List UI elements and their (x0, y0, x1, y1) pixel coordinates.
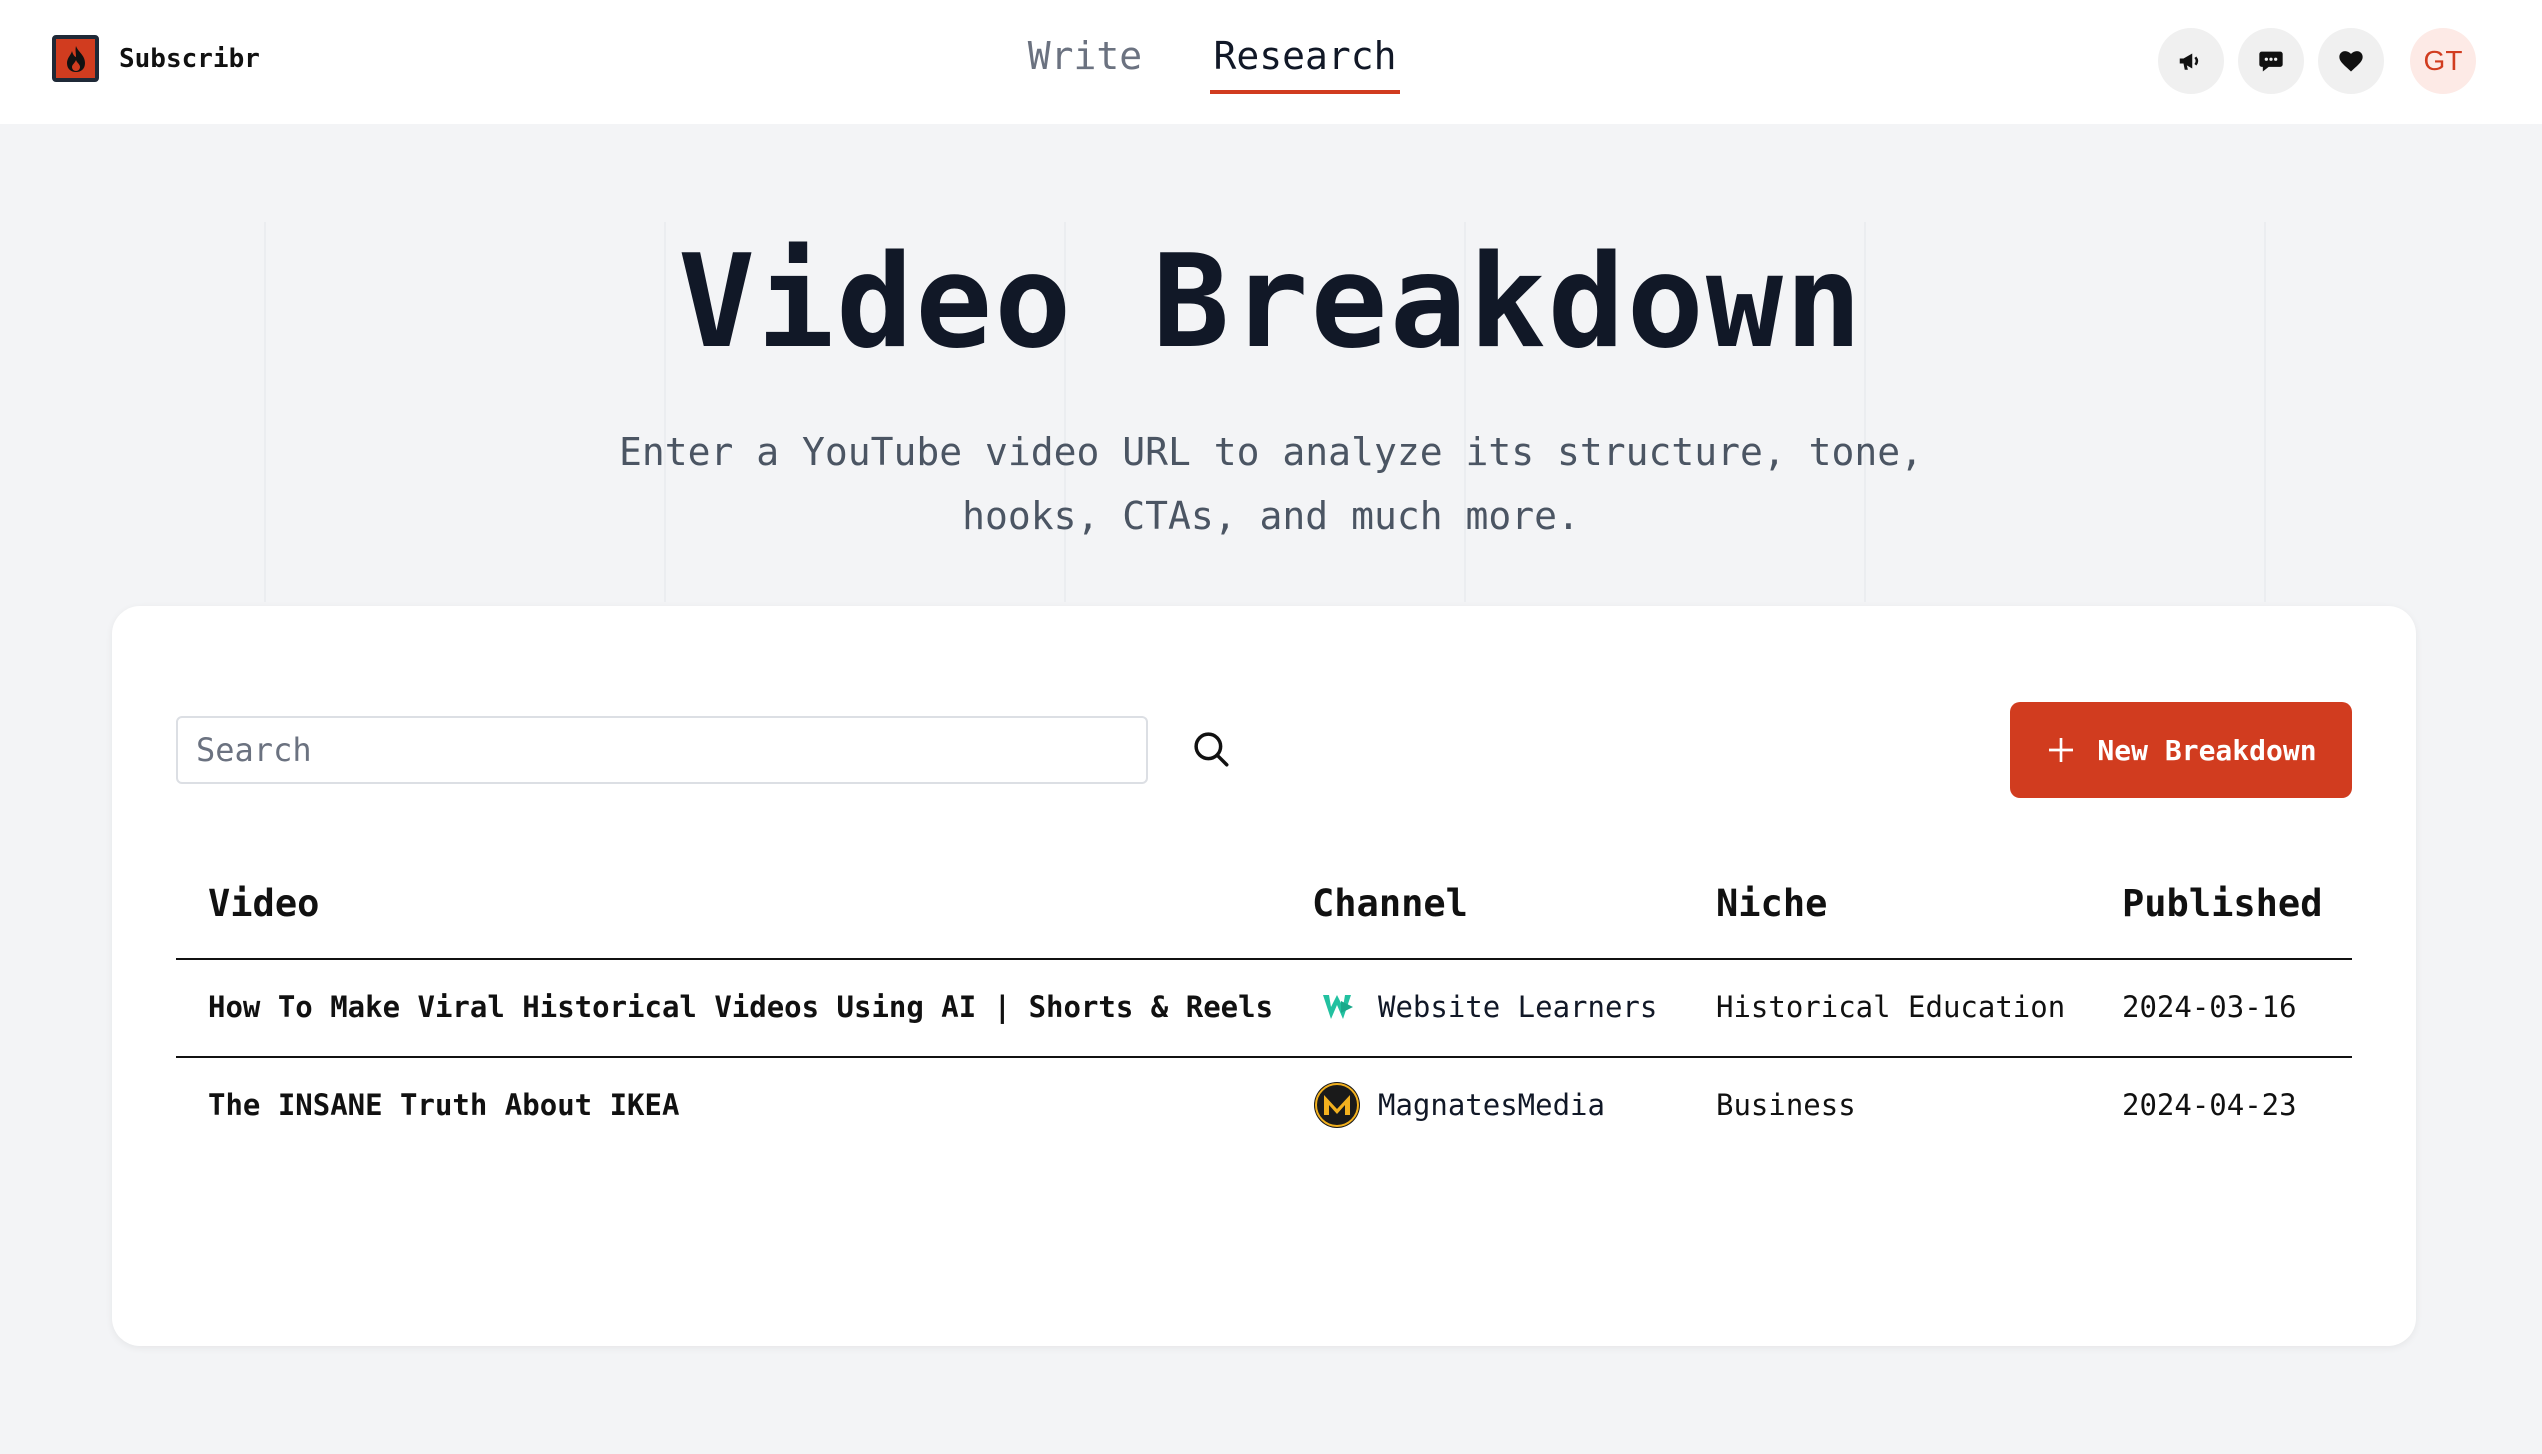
column-header-niche[interactable]: Niche (1716, 882, 1827, 925)
column-header-published[interactable]: Published (2122, 882, 2322, 925)
published-date: 2024-04-23 (2122, 1088, 2297, 1122)
published-date: 2024-03-16 (2122, 990, 2297, 1024)
user-avatar[interactable]: GT (2410, 28, 2476, 94)
table-header-divider (176, 958, 2352, 960)
tab-research[interactable]: Research (1210, 28, 1400, 94)
page-subtitle: Enter a YouTube video URL to analyze its… (600, 420, 1942, 548)
video-title[interactable]: How To Make Viral Historical Videos Usin… (208, 990, 1273, 1024)
chat-icon (2259, 51, 2283, 72)
video-title[interactable]: The INSANE Truth About IKEA (208, 1088, 679, 1122)
megaphone-icon (2179, 53, 2199, 70)
search-icon[interactable] (1190, 728, 1232, 770)
new-breakdown-button[interactable]: New Breakdown (2010, 702, 2352, 798)
page-subtitle-line: Enter a YouTube video URL to analyze its… (618, 430, 1924, 474)
channel-cell[interactable]: Website Learners (1312, 982, 1657, 1032)
column-header-video[interactable]: Video (208, 882, 319, 925)
channel-name: MagnatesMedia (1378, 1088, 1605, 1122)
website-learners-logo-icon (1312, 982, 1362, 1032)
flame-logo-icon (52, 35, 99, 82)
magnatesmedia-logo-icon (1312, 1080, 1362, 1130)
niche-cell: Historical Education (1716, 990, 2066, 1024)
top-navigation-bar: Subscribr Write Research GT (0, 0, 2542, 124)
table-row-divider (176, 1056, 2352, 1058)
new-breakdown-label: New Breakdown (2097, 733, 2317, 767)
favorites-button[interactable] (2318, 28, 2384, 94)
announcements-button[interactable] (2158, 28, 2224, 94)
page-subtitle-line: hooks, CTAs, and much more. (962, 494, 1580, 538)
heart-icon (2339, 51, 2363, 72)
plus-icon (2049, 738, 2074, 762)
app-name: Subscribr (119, 43, 260, 74)
feedback-button[interactable] (2238, 28, 2304, 94)
breakdowns-card: New Breakdown Video Channel Niche Publis… (112, 606, 2416, 1346)
app-logo[interactable]: Subscribr (52, 35, 260, 82)
niche-cell: Business (1716, 1088, 1856, 1122)
column-header-channel[interactable]: Channel (1312, 882, 1468, 925)
page-title: Video Breakdown (678, 228, 1864, 377)
search-input[interactable] (176, 716, 1148, 784)
channel-cell[interactable]: MagnatesMedia (1312, 1080, 1605, 1130)
channel-name: Website Learners (1378, 990, 1658, 1024)
tab-write[interactable]: Write (1020, 28, 1150, 94)
